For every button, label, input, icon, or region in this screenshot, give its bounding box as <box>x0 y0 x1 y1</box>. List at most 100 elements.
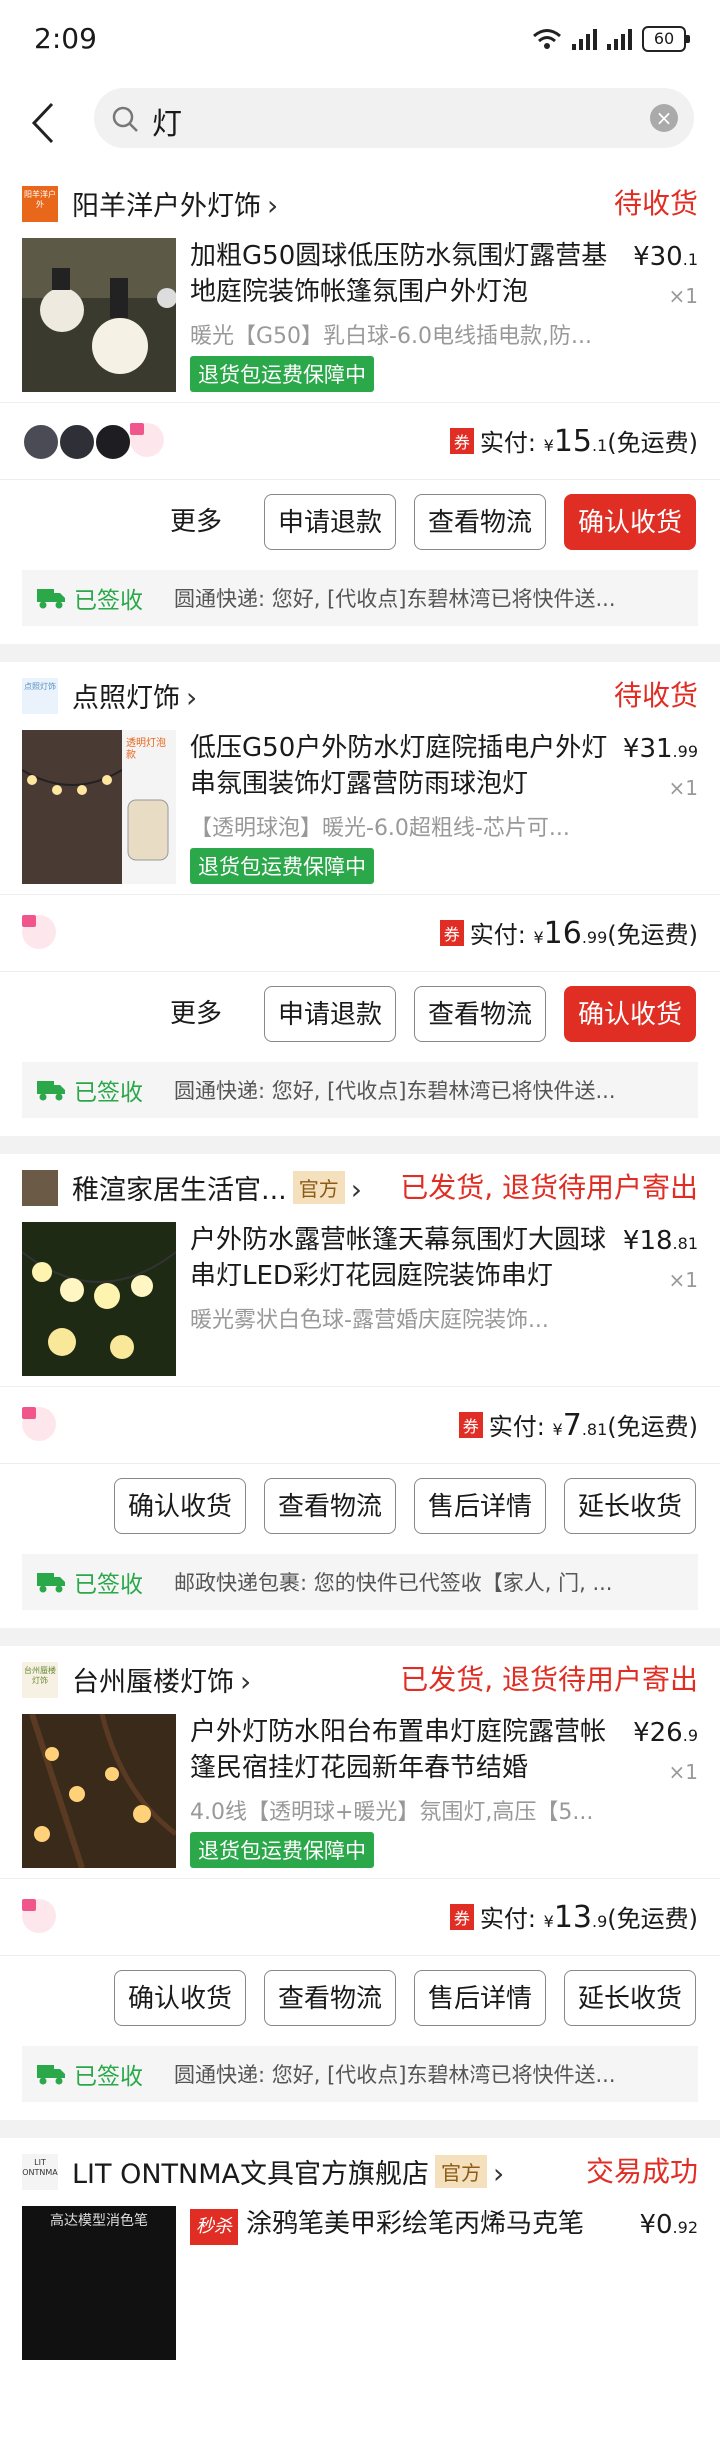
truck-icon <box>37 2065 65 2085</box>
search-input[interactable]: 灯 × <box>94 88 694 148</box>
signed-label: 已签收 <box>74 1080 143 1106</box>
product-image[interactable] <box>22 238 176 392</box>
after-sales-button[interactable]: 售后详情 <box>414 1478 546 1534</box>
shop-row[interactable]: LIT ONTNMA LIT ONTNMA文具官方旗舰店 官方 › 交易成功 <box>0 2138 720 2200</box>
refund-button[interactable]: 申请退款 <box>264 986 396 1042</box>
confirm-receipt-button[interactable]: 确认收货 <box>564 986 696 1042</box>
payment-row: 券实付: ¥15.1(免运费) <box>0 402 720 479</box>
shop-name[interactable]: LIT ONTNMA文具官方旗舰店 官方 › <box>72 2152 504 2191</box>
product-image[interactable]: 高达模型消色笔 <box>22 2206 176 2360</box>
shop-name[interactable]: 点照灯饰 › <box>72 676 197 715</box>
shop-row[interactable]: 点照灯饰 点照灯饰 › 待收货 <box>0 662 720 724</box>
clear-icon[interactable]: × <box>650 104 678 132</box>
coupon-icon: 券 <box>458 1412 483 1438</box>
product-row[interactable]: 高达模型消色笔 秒杀 涂鸦笔美甲彩绘笔丙烯马克笔 ¥0.92 <box>0 2200 720 2370</box>
back-icon[interactable] <box>22 98 62 148</box>
product-sku: 【透明球泡】暖光-6.0超粗线-芯片可... <box>190 816 570 841</box>
wifi-icon <box>533 29 561 49</box>
shipping-note: (免运费) <box>607 1413 698 1441</box>
action-row: 确认收货 查看物流 售后详情 延长收货 <box>0 1463 720 1554</box>
shop-row[interactable]: 台州蜃楼灯饰 台州蜃楼灯饰 › 已发货, 退货待用户寄出 <box>0 1646 720 1708</box>
shop-name-text: 台州蜃楼灯饰 <box>72 1667 234 1698</box>
shop-logo <box>22 1170 58 1206</box>
truck-icon <box>37 1081 65 1101</box>
product-sku: 4.0线【透明球+暖光】氛围灯,高压【5... <box>190 1800 594 1825</box>
order-card: 阳羊洋户外 阳羊洋户外灯饰 › 待收货 加粗G50圆球低压防水氛围灯露营基地庭院装… <box>0 170 720 644</box>
product-row[interactable]: 户外防水露营帐篷天幕氛围灯大圆球串灯LED彩灯花园庭院装饰串灯 ¥18.81 ×… <box>0 1216 720 1386</box>
confirm-receipt-button[interactable]: 确认收货 <box>114 1478 246 1534</box>
product-price: ¥30.1 <box>633 242 698 272</box>
order-status: 交易成功 <box>585 2155 698 2188</box>
logistics-bar[interactable]: 已签收 圆通快递: 您好, [代收点]东碧林湾已将快件送... <box>22 570 698 626</box>
chevron-right-icon: › <box>186 681 198 714</box>
product-image[interactable]: 透明灯泡款 <box>22 730 176 884</box>
buyer-avatars <box>22 1899 56 1933</box>
confirm-receipt-button[interactable]: 确认收货 <box>114 1970 246 2026</box>
logistics-bar[interactable]: 已签收 圆通快递: 您好, [代收点]东碧林湾已将快件送... <box>22 2046 698 2102</box>
product-title: 加粗G50圆球低压防水氛围灯露营基地庭院装饰帐篷氛围户外灯泡 <box>190 241 608 307</box>
more-button[interactable]: 更多 <box>170 986 222 1042</box>
extend-receipt-button[interactable]: 延长收货 <box>564 1478 696 1534</box>
return-shipping-badge: 退货包运费保障中 <box>190 356 374 392</box>
product-title: 秒杀 涂鸦笔美甲彩绘笔丙烯马克笔 <box>190 2206 610 2278</box>
price-int: ¥31 <box>622 734 673 764</box>
confirm-receipt-button[interactable]: 确认收货 <box>564 494 696 550</box>
coupon-icon: 券 <box>439 920 464 946</box>
paid-label: 实付: <box>469 921 526 949</box>
price-dec: .9 <box>682 1726 698 1745</box>
truck-icon <box>37 589 65 609</box>
logistics-bar[interactable]: 已签收 邮政快递包裹: 您的快件已代签收【家人, 门, ... <box>22 1554 698 1610</box>
gift-icon <box>22 915 56 949</box>
refund-button[interactable]: 申请退款 <box>264 494 396 550</box>
logistics-bar[interactable]: 已签收 圆通快递: 您好, [代收点]东碧林湾已将快件送... <box>22 1062 698 1118</box>
product-qty: ×1 <box>668 1760 698 1784</box>
product-title-text: 涂鸦笔美甲彩绘笔丙烯马克笔 <box>246 2209 585 2239</box>
logistics-message: 圆通快递: 您好, [代收点]东碧林湾已将快件送... <box>174 1079 616 1103</box>
action-row: 更多 申请退款 查看物流 确认收货 <box>0 479 720 570</box>
shop-name[interactable]: 台州蜃楼灯饰 › <box>72 1660 251 1699</box>
more-button[interactable]: 更多 <box>170 494 222 550</box>
product-qty: ×1 <box>668 776 698 800</box>
product-price: ¥0.92 <box>639 2210 698 2240</box>
paid-dec: .9 <box>592 1912 608 1931</box>
product-row[interactable]: 加粗G50圆球低压防水氛围灯露营基地庭院装饰帐篷氛围户外灯泡 ¥30.1 ×1 … <box>0 232 720 402</box>
shop-row[interactable]: 稚渲家居生活官... 官方 › 已发货, 退货待用户寄出 <box>0 1154 720 1216</box>
product-image[interactable] <box>22 1714 176 1868</box>
buyer-avatars <box>22 915 56 949</box>
paid-int: 13 <box>553 1900 592 1935</box>
view-logistics-button[interactable]: 查看物流 <box>414 494 546 550</box>
paid-int: 16 <box>543 916 582 951</box>
price-int: ¥18 <box>622 1226 673 1256</box>
order-card: LIT ONTNMA LIT ONTNMA文具官方旗舰店 官方 › 交易成功 高达模… <box>0 2138 720 2438</box>
order-card: 台州蜃楼灯饰 台州蜃楼灯饰 › 已发货, 退货待用户寄出 户外灯防水阳台布置串灯庭… <box>0 1646 720 2120</box>
product-price: ¥18.81 <box>623 1226 698 1256</box>
view-logistics-button[interactable]: 查看物流 <box>414 986 546 1042</box>
paid-currency: ¥ <box>533 928 544 947</box>
shop-name[interactable]: 稚渲家居生活官... 官方 › <box>72 1168 362 1207</box>
official-badge: 官方 <box>292 1171 345 1204</box>
logistics-message: 圆通快递: 您好, [代收点]东碧林湾已将快件送... <box>174 2063 616 2087</box>
product-row[interactable]: 透明灯泡款 低压G50户外防水灯庭院插电户外灯串氛围装饰灯露营防雨球泡灯 ¥31… <box>0 724 720 894</box>
paid-label: 实付: <box>479 1905 536 1933</box>
shop-name[interactable]: 阳羊洋户外灯饰 › <box>72 184 278 223</box>
product-image[interactable] <box>22 1222 176 1376</box>
after-sales-button[interactable]: 售后详情 <box>414 1970 546 2026</box>
avatar <box>22 423 60 461</box>
signed-label: 已签收 <box>74 2064 143 2090</box>
paid-amount: 券实付: ¥13.9(免运费) <box>449 1899 698 1935</box>
view-logistics-button[interactable]: 查看物流 <box>264 1970 396 2026</box>
battery-icon: 60 <box>642 26 690 52</box>
signed-label: 已签收 <box>74 588 143 614</box>
shop-name-text: 稚渲家居生活官... <box>72 1175 287 1206</box>
paid-amount: 券实付: ¥15.1(免运费) <box>449 423 698 459</box>
extend-receipt-button[interactable]: 延长收货 <box>564 1970 696 2026</box>
product-sku: 暖光雾状白色球-露营婚庆庭院装饰... <box>190 1308 549 1333</box>
product-title: 低压G50户外防水灯庭院插电户外灯串氛围装饰灯露营防雨球泡灯 <box>190 733 608 799</box>
return-shipping-badge: 退货包运费保障中 <box>190 1832 374 1868</box>
shop-row[interactable]: 阳羊洋户外 阳羊洋户外灯饰 › 待收货 <box>0 170 720 232</box>
coupon-icon: 券 <box>449 428 474 454</box>
signal-icon-2 <box>607 28 632 50</box>
price-int: ¥26 <box>633 1718 683 1748</box>
view-logistics-button[interactable]: 查看物流 <box>264 1478 396 1534</box>
product-row[interactable]: 户外灯防水阳台布置串灯庭院露营帐篷民宿挂灯花园新年春节结婚 ¥26.9 ×1 4… <box>0 1708 720 1878</box>
